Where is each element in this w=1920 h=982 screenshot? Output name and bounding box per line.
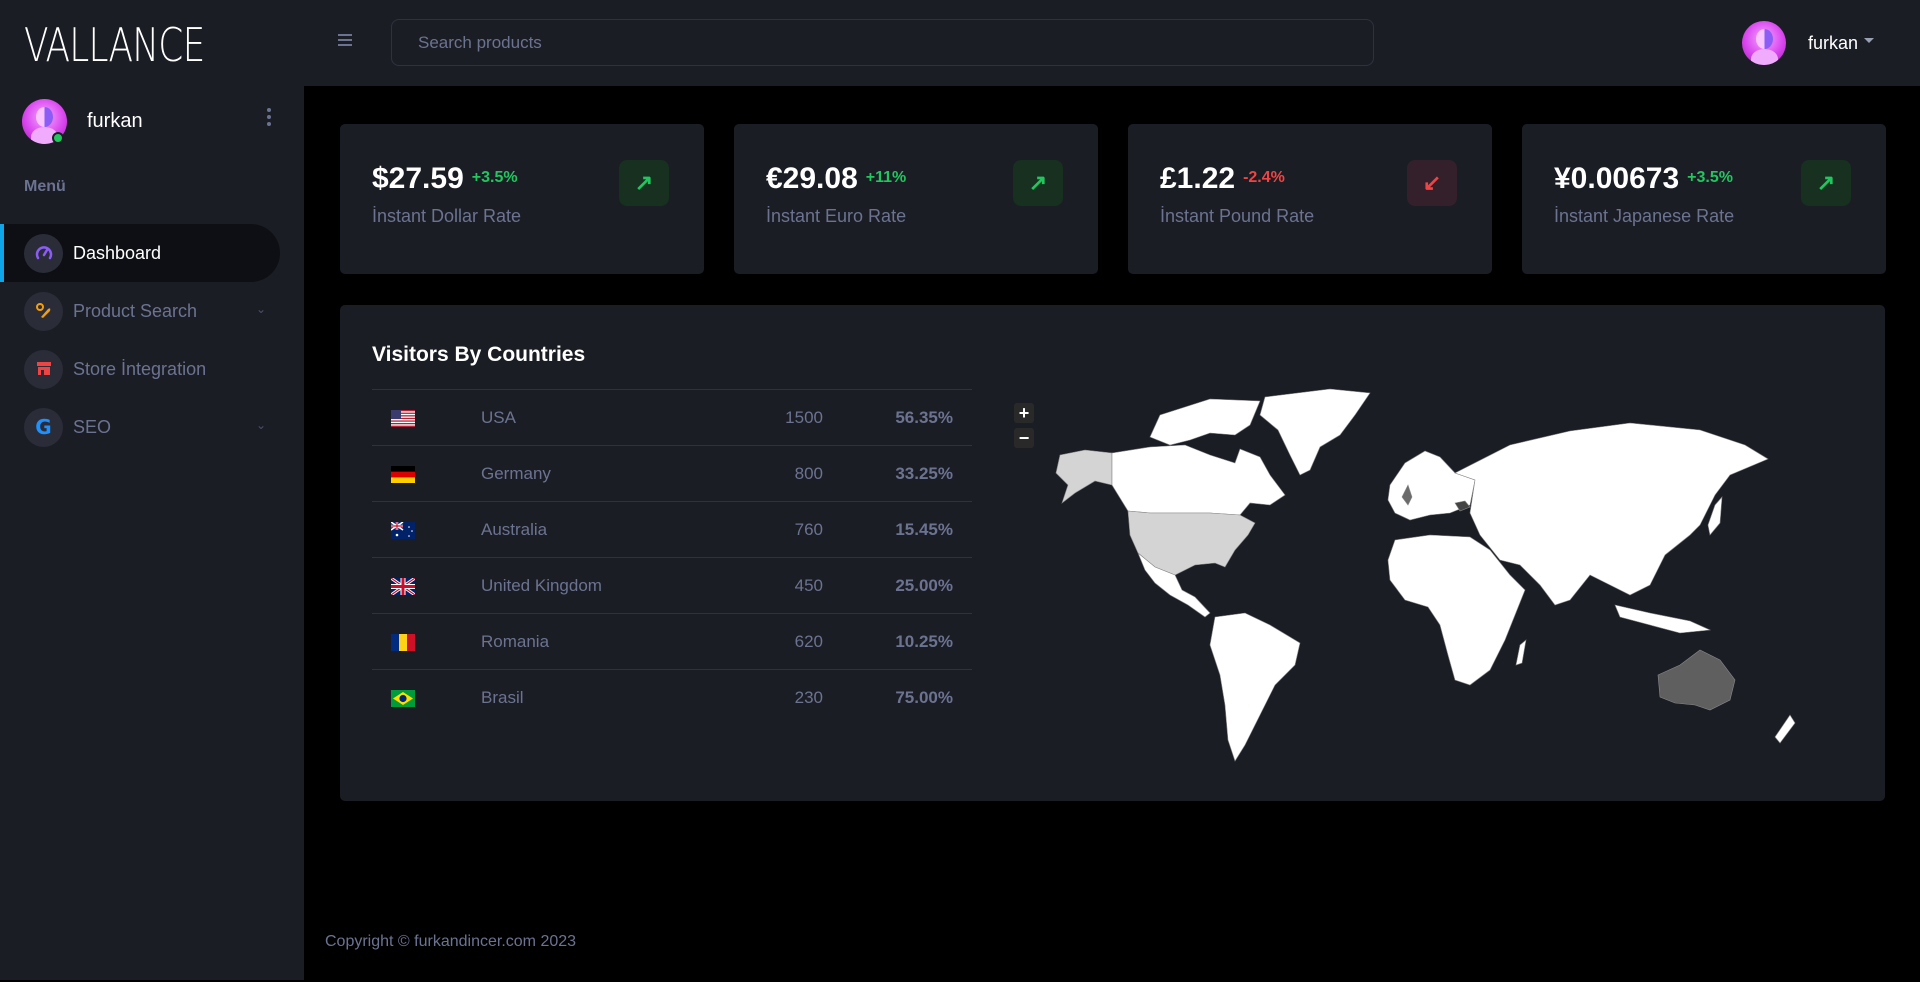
rate-label: İnstant Euro Rate [766,206,907,226]
map-region-alaska [1055,449,1113,504]
visitor-percent: 25.00% [895,575,953,595]
arrow-up-right-icon[interactable]: ↗ [1801,160,1851,206]
map-region-madagascar [1515,639,1527,666]
rate-card-dollar: $27.59 +3.5% İnstant Dollar Rate ↗ [340,124,704,274]
visitors-panel: Visitors By Countries USA 1500 56.35% Germa… [340,305,1885,801]
app-logo[interactable]: VALLANCE [24,18,205,72]
more-options-icon[interactable] [264,108,274,129]
user-menu[interactable]: furkan [1742,21,1875,65]
map-region-south-america [1209,612,1301,762]
flag-us-icon [372,390,481,446]
arrow-up-right-icon[interactable]: ↗ [1013,160,1063,206]
flag-au-icon [372,502,481,558]
rate-card-yen: ¥0.00673 +3.5% İnstant Japanese Rate ↗ [1522,124,1886,274]
visitor-count: 760 [794,519,823,539]
map-region-indonesia [1614,604,1712,634]
country-name: Romania [481,631,550,651]
visitors-table: USA 1500 56.35% Germany 800 33.25% Australia 76… [372,389,972,726]
rate-value: ¥0.00673 [1554,162,1680,195]
country-name: Brasil [481,687,524,707]
sidebar-item-label: SEO [73,416,112,437]
store-icon [24,349,63,389]
panel-title: Visitors By Countries [372,343,586,366]
chevron-down-icon: ⌄ [255,418,266,432]
visitor-count: 800 [794,463,823,483]
chevron-down-icon: ⌄ [255,302,266,316]
map-region-australia [1657,649,1736,711]
menu-toggle-icon[interactable] [338,34,352,49]
online-status-dot [52,132,64,144]
visitor-count: 450 [794,575,823,595]
map-region-greenland [1259,388,1371,476]
table-row: Brasil 230 75.00% [372,669,972,726]
visitor-count: 230 [794,687,823,707]
visitor-percent: 75.00% [895,687,953,707]
sidebar-item-store-integration[interactable]: Store İntegration [0,340,304,398]
rate-card-pound: £1.22 -2.4% İnstant Pound Rate ↙ [1128,124,1492,274]
country-name: United Kingdom [481,575,602,595]
rate-label: İnstant Dollar Rate [372,206,522,226]
rate-label: İnstant Japanese Rate [1554,206,1735,226]
rate-value: $27.59 [372,162,464,195]
rate-label: İnstant Pound Rate [1160,206,1315,226]
search-input[interactable] [391,19,1374,66]
rate-change: +3.5% [1687,169,1733,186]
country-name: Australia [481,519,548,539]
footer-copyright: Copyright © furkandincer.com 2023 [325,933,577,950]
visitor-percent: 33.25% [895,463,953,483]
country-name: Germany [481,463,551,483]
caret-down-icon[interactable] [1864,37,1875,43]
flag-gb-icon [372,558,481,614]
topbar: furkan [304,0,1920,86]
flag-de-icon [372,446,481,502]
flag-ro-icon [372,614,481,670]
map-region-canada [1111,444,1286,516]
visitor-percent: 15.45% [895,519,953,539]
search-product-icon [24,291,63,331]
world-map[interactable] [1010,385,1840,775]
visitor-percent: 10.25% [895,631,953,651]
rate-value: £1.22 [1160,162,1236,195]
sidebar-item-label: Store İntegration [73,358,207,379]
sidebar-item-dashboard[interactable]: Dashboard [0,224,280,282]
speedometer-icon [24,233,63,273]
rate-value: €29.08 [766,162,858,195]
arrow-down-left-icon[interactable]: ↙ [1407,160,1457,206]
menu-section-label: Menü [24,178,66,195]
map-region-arctic-islands [1149,398,1261,446]
sidebar-nav: Dashboard Product Search ⌄ Store İntegra… [0,224,304,456]
country-name: USA [481,407,516,427]
rate-change: +3.5% [471,169,518,186]
google-icon: G [24,407,63,447]
table-row: Germany 800 33.25% [372,445,972,502]
rate-change: +11% [865,169,907,186]
visitor-count: 1500 [785,407,823,427]
table-row: Romania 620 10.25% [372,613,972,670]
sidebar-user-name: furkan [87,109,143,132]
avatar[interactable] [1742,21,1786,65]
arrow-up-right-icon[interactable]: ↗ [619,160,669,206]
sidebar-item-product-search[interactable]: Product Search ⌄ [0,282,304,340]
sidebar-item-seo[interactable]: G SEO ⌄ [0,398,304,456]
table-row: USA 1500 56.35% [372,389,972,446]
visitor-count: 620 [794,631,823,651]
table-row: United Kingdom 450 25.00% [372,557,972,614]
sidebar-item-label: Product Search [73,300,198,321]
visitor-percent: 56.35% [895,407,953,427]
rate-change: -2.4% [1243,169,1285,186]
rate-card-euro: €29.08 +11% İnstant Euro Rate ↗ [734,124,1098,274]
sidebar: VALLANCE furkan Menü Dashboard Product S… [0,0,304,980]
sidebar-item-label: Dashboard [73,242,162,263]
table-row: Australia 760 15.45% [372,501,972,558]
flag-br-icon [372,670,481,726]
user-menu-name[interactable]: furkan [1808,33,1858,54]
map-region-new-zealand [1774,714,1796,744]
